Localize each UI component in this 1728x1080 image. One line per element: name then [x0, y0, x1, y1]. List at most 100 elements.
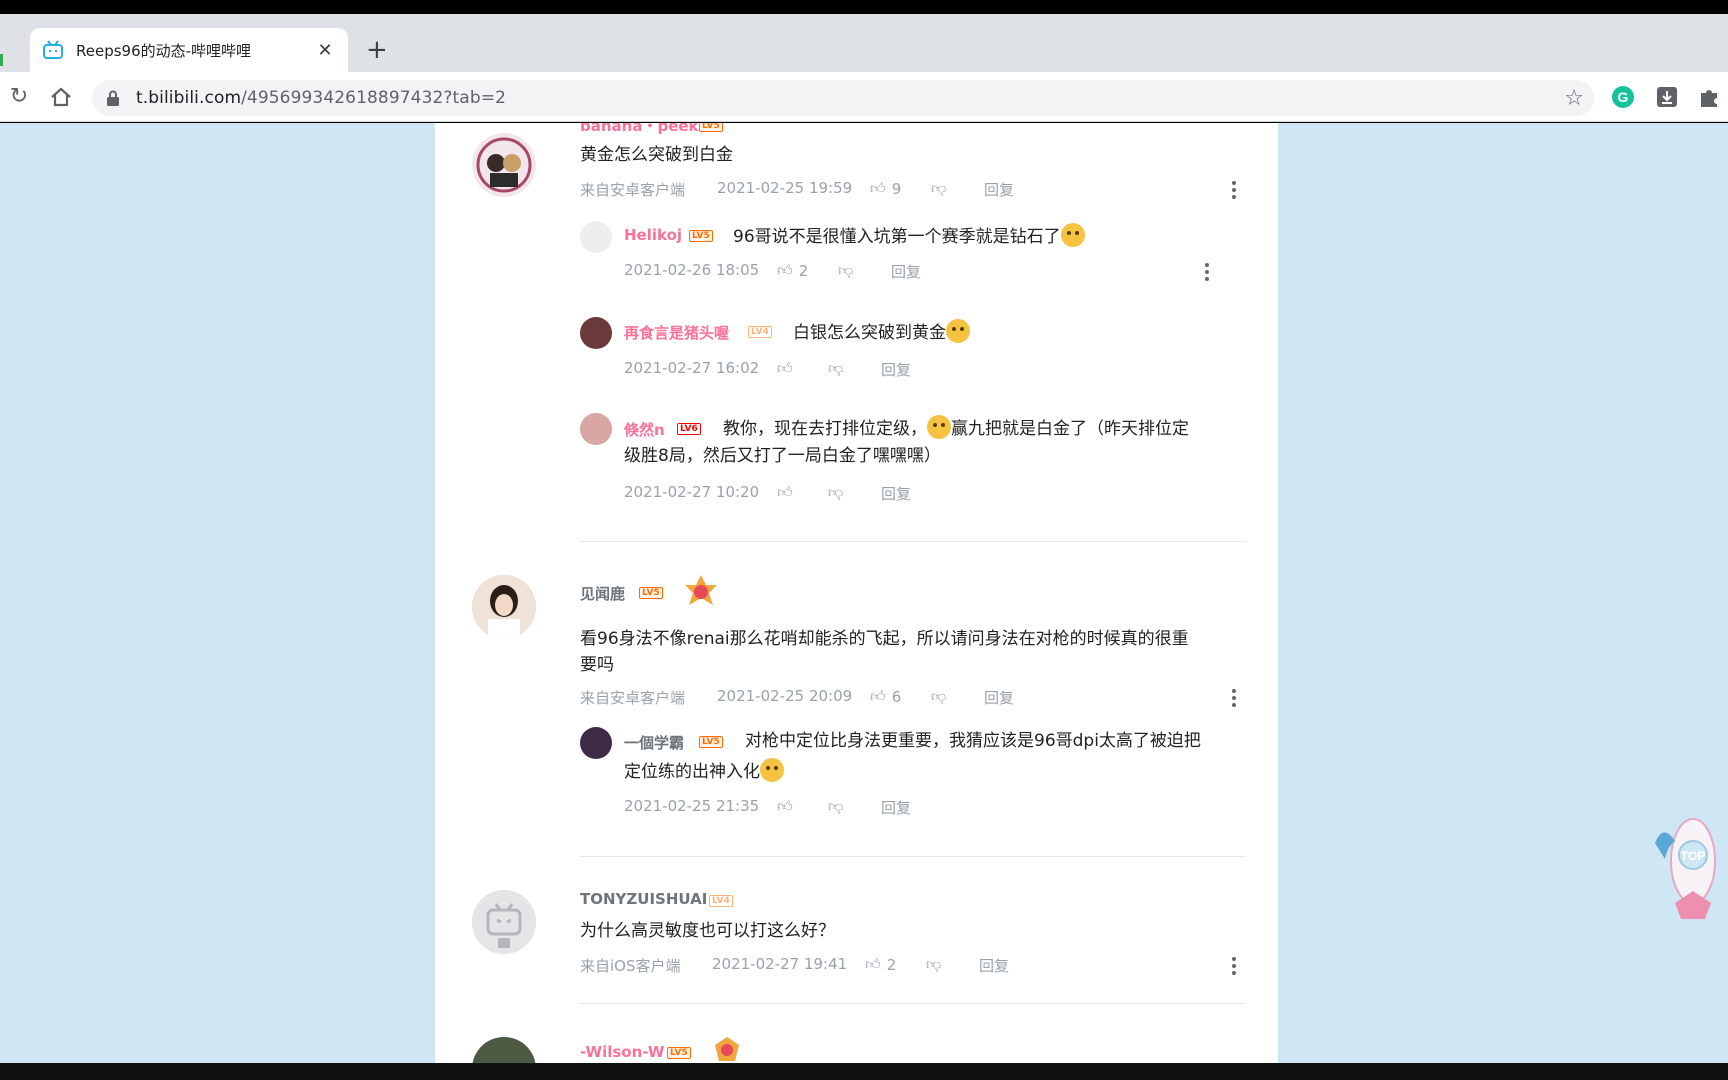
url-text: t.bilibili.com/495699342618897432?tab=2: [136, 88, 506, 108]
dislike-button[interactable]: 👎︎: [828, 483, 843, 502]
tab-bar: Reeps96的动态-哔哩哔哩 ✕ +: [0, 14, 1728, 72]
active-tab[interactable]: Reeps96的动态-哔哩哔哩 ✕: [30, 28, 348, 72]
avatar[interactable]: [580, 221, 612, 253]
avatar[interactable]: [472, 133, 536, 197]
more-options-icon[interactable]: [1232, 689, 1236, 707]
like-button[interactable]: 👍︎ 6: [870, 687, 901, 706]
doge-emoji-icon: [1060, 223, 1085, 247]
tab-title: Reeps96的动态-哔哩哔哩: [76, 41, 252, 60]
avatar[interactable]: [472, 890, 536, 954]
more-options-icon[interactable]: [1205, 263, 1209, 281]
reply-text-content: 定位练的出神入化: [624, 762, 760, 782]
comment-time: 2021-02-25 20:09: [717, 687, 853, 705]
username[interactable]: -Wilson-W: [580, 1043, 664, 1061]
reply-button[interactable]: 回复: [891, 261, 921, 282]
new-tab-plus-icon[interactable]: +: [366, 34, 388, 66]
thumbs-up-icon: 👍︎: [870, 687, 886, 705]
doge-emoji-icon: [927, 415, 951, 439]
browser-toolbar: ↻ t.bilibili.com/495699342618897432?tab=…: [0, 72, 1728, 122]
username[interactable]: banana・peek: [580, 123, 699, 136]
dislike-button[interactable]: 👎︎: [926, 955, 941, 974]
dislike-button[interactable]: 👎︎: [828, 359, 843, 378]
divider: [580, 856, 1246, 857]
reply-button[interactable]: 回复: [881, 797, 911, 818]
like-count: 2: [886, 955, 897, 974]
thumbs-down-icon: 👎︎: [926, 955, 942, 973]
reply-button[interactable]: 回复: [881, 359, 911, 380]
download-icon[interactable]: [1654, 84, 1680, 110]
thumbs-up-icon: 👍︎: [777, 483, 793, 501]
avatar[interactable]: [580, 727, 612, 759]
reply-text: 白银怎么突破到黄金: [793, 319, 970, 346]
svg-text:G: G: [1618, 89, 1629, 105]
more-options-icon[interactable]: [1232, 957, 1236, 975]
username[interactable]: TONYZUISHUAI: [580, 890, 707, 908]
reply-button[interactable]: 回复: [979, 955, 1009, 976]
page-viewport: banana・peek LV5 黄金怎么突破到白金 来自安卓客户端 2021-0…: [0, 123, 1728, 1063]
grammarly-icon[interactable]: G: [1610, 84, 1636, 110]
dislike-button[interactable]: 👎︎: [838, 261, 853, 280]
level-badge: LV5: [689, 230, 713, 242]
thumbs-up-icon: 👍︎: [777, 797, 793, 815]
url-host: t.bilibili.com: [136, 88, 242, 108]
extensions-puzzle-icon[interactable]: [1696, 84, 1722, 110]
dislike-button[interactable]: 👎︎: [931, 687, 946, 706]
more-options-icon[interactable]: [1232, 181, 1236, 199]
bilibili-favicon-icon: [43, 40, 63, 59]
username[interactable]: 见闻鹿: [580, 583, 625, 604]
reply-text: 教你，现在去打排位定级， 赢九把就是白金了（昨天排位定: [723, 415, 1189, 442]
avatar[interactable]: [472, 575, 536, 639]
username[interactable]: 一個学霸: [624, 732, 684, 753]
avatar[interactable]: [472, 1037, 536, 1063]
username[interactable]: 再食言是猪头喔: [624, 322, 729, 343]
thumbs-down-icon: 👎︎: [828, 359, 844, 377]
bottom-bar: [0, 1063, 1728, 1080]
avatar[interactable]: [580, 413, 612, 445]
avatar[interactable]: [580, 317, 612, 349]
comments-panel: banana・peek LV5 黄金怎么突破到白金 来自安卓客户端 2021-0…: [435, 123, 1278, 1063]
reply-button[interactable]: 回复: [984, 687, 1014, 708]
reply-text-line2: 定位练的出神入化: [624, 758, 784, 785]
divider: [580, 1003, 1246, 1004]
comment-time: 2021-02-27 19:41: [712, 955, 848, 973]
dislike-button[interactable]: 👎︎: [828, 797, 843, 816]
reply-button[interactable]: 回复: [881, 483, 911, 504]
thumbs-up-icon: 👍︎: [870, 179, 886, 197]
dislike-button[interactable]: 👎︎: [931, 179, 946, 198]
like-count: 2: [798, 261, 809, 280]
reply-text-line2: 级胜8局，然后又打了一局白金了嘿嘿嘿）: [624, 446, 941, 466]
like-button[interactable]: 👍︎: [777, 483, 793, 502]
thumbs-up-icon: 👍︎: [777, 261, 793, 279]
username[interactable]: Helikoj: [624, 226, 682, 244]
reply-text-content: 96哥说不是很懂入坑第一个赛季就是钻石了: [733, 227, 1061, 247]
reply-button[interactable]: 回复: [984, 179, 1014, 200]
comment-source: 来自安卓客户端: [580, 181, 686, 199]
reload-icon[interactable]: ↻: [6, 84, 32, 110]
username[interactable]: 倏然n: [624, 419, 665, 440]
thumbs-down-icon: 👎︎: [931, 179, 947, 197]
bookmark-star-icon[interactable]: ☆: [1564, 86, 1584, 111]
comment-text: 黄金怎么突破到白金: [580, 145, 733, 165]
home-icon[interactable]: [48, 84, 74, 110]
comment-time: 2021-02-25 19:59: [717, 179, 853, 197]
medal-icon: [685, 575, 717, 605]
close-tab-icon[interactable]: ✕: [314, 40, 336, 61]
comment-text: 看96身法不像renai那么花哨却能杀的飞起，所以请问身法在对枪的时候真的很重: [580, 629, 1189, 649]
level-badge: LV4: [709, 895, 733, 907]
thumbs-up-icon: 👍︎: [777, 359, 793, 377]
level-badge: LV5: [699, 123, 723, 132]
doge-emoji-icon: [946, 319, 970, 343]
level-badge: LV5: [639, 587, 663, 599]
like-button[interactable]: 👍︎ 9: [870, 179, 901, 198]
like-button[interactable]: 👍︎: [777, 797, 793, 816]
like-button[interactable]: 👍︎ 2: [865, 955, 896, 974]
comment-text: 为什么高灵敏度也可以打这么好？: [580, 921, 835, 941]
like-button[interactable]: 👍︎: [777, 359, 793, 378]
level-badge: LV5: [667, 1047, 691, 1059]
like-count: 9: [891, 179, 902, 198]
like-button[interactable]: 👍︎ 2: [777, 261, 808, 280]
back-to-top-button[interactable]: TOP: [1645, 813, 1725, 923]
reply-time: 2021-02-27 16:02: [624, 359, 760, 377]
address-bar[interactable]: t.bilibili.com/495699342618897432?tab=2 …: [92, 80, 1594, 116]
thumbs-up-icon: 👍︎: [865, 955, 881, 973]
